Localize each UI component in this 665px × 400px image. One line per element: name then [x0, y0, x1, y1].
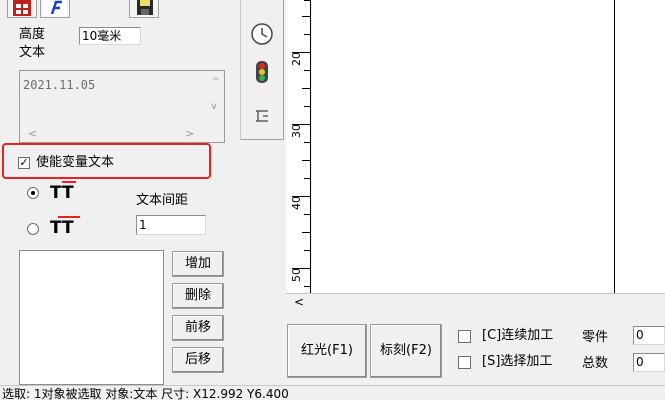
- total-input[interactable]: 0: [633, 353, 665, 372]
- continuous-checkbox[interactable]: [458, 330, 471, 343]
- spacing-label: 文本间距: [136, 193, 189, 208]
- ruler-label-50: 50: [290, 268, 303, 282]
- ruler-tick: [302, 160, 310, 161]
- canvas-horizontal-scrollbar[interactable]: <: [286, 293, 665, 311]
- grid-tool-button[interactable]: [7, 0, 37, 18]
- ruler-tick: [304, 70, 310, 71]
- parts-input[interactable]: 0: [633, 326, 665, 345]
- horizontal-scrollbar[interactable]: < >: [20, 125, 208, 142]
- ruler-label-40: 40: [290, 196, 303, 210]
- add-button[interactable]: 增加: [172, 251, 224, 277]
- tt-glyph-1: TT: [50, 183, 74, 203]
- text-content-area[interactable]: 2021.11.05 ^ v < >: [19, 70, 225, 143]
- grid-icon: [13, 0, 31, 16]
- drawing-canvas[interactable]: [312, 0, 665, 293]
- move-forward-button[interactable]: 前移: [172, 315, 224, 341]
- text-content-value: 2021.11.05: [23, 78, 96, 92]
- spacing-mode-radio-2[interactable]: [27, 223, 39, 235]
- ruler-tick: [302, 232, 310, 233]
- variable-text-checkbox[interactable]: ✓: [18, 157, 30, 169]
- status-bar: 选取: 1对象被选取 对象:文本 尺寸: X12.992 Y6.400: [0, 385, 665, 400]
- tt-char-spacing-option: TT: [50, 216, 90, 240]
- tt-glyph-2: TT: [50, 218, 74, 238]
- mark-button[interactable]: 标刻(F2): [370, 324, 442, 378]
- text-format-button[interactable]: [40, 0, 70, 18]
- red-light-button[interactable]: 红光(F1): [287, 324, 367, 378]
- ruler-label-30: 30: [290, 124, 303, 138]
- vertical-scrollbar[interactable]: ^ v: [207, 71, 224, 125]
- tt-letter-spacing-option: TT: [50, 181, 90, 205]
- spacing-input[interactable]: 1: [136, 215, 206, 235]
- total-label: 总数: [582, 356, 609, 371]
- clock-icon[interactable]: [250, 22, 274, 46]
- scroll-left-icon[interactable]: <: [28, 127, 37, 140]
- variable-text-label: 使能变量文本: [36, 155, 115, 170]
- vertical-ruler: 20 30 40 50: [286, 0, 311, 293]
- ruler-tick: [302, 16, 310, 17]
- height-label: 高度: [19, 27, 46, 42]
- text-format-icon: [43, 0, 67, 16]
- ruler-tick: [304, 106, 310, 107]
- scroll-up-icon[interactable]: ^: [212, 77, 220, 87]
- text-tool-icon[interactable]: [254, 108, 270, 124]
- scroll-down-icon[interactable]: v: [211, 101, 217, 112]
- scroll-right-icon[interactable]: >: [185, 127, 194, 140]
- parts-label: 零件: [582, 330, 609, 345]
- canvas-scroll-left-icon[interactable]: <: [294, 295, 304, 309]
- move-backward-button[interactable]: 后移: [172, 347, 224, 373]
- ruler-tick: [304, 34, 310, 35]
- select-process-checkbox[interactable]: [458, 356, 471, 369]
- delete-button[interactable]: 删除: [172, 283, 224, 309]
- ruler-tick: [304, 250, 310, 251]
- canvas-boundary-line: [614, 0, 615, 293]
- select-process-label: [S]选择加工: [482, 354, 553, 369]
- ruler-tick: [304, 214, 310, 215]
- ruler-label-20: 20: [290, 52, 303, 66]
- traffic-light-icon[interactable]: [253, 60, 271, 84]
- ruler-tick: [302, 88, 310, 89]
- spacing-mode-radio-1[interactable]: [27, 187, 39, 199]
- variable-list-box[interactable]: [19, 250, 164, 385]
- height-input[interactable]: 10毫米: [79, 27, 141, 45]
- ruler-tick: [304, 286, 310, 287]
- save-icon: [137, 0, 153, 15]
- ruler-tick: [304, 178, 310, 179]
- continuous-label: [C]连续加工: [482, 328, 554, 343]
- save-button[interactable]: [129, 0, 159, 18]
- ruler-tick: [304, 142, 310, 143]
- side-toolbar: [240, 0, 284, 140]
- ruler-tick: [304, 0, 310, 1]
- text-label: 文本: [19, 45, 46, 60]
